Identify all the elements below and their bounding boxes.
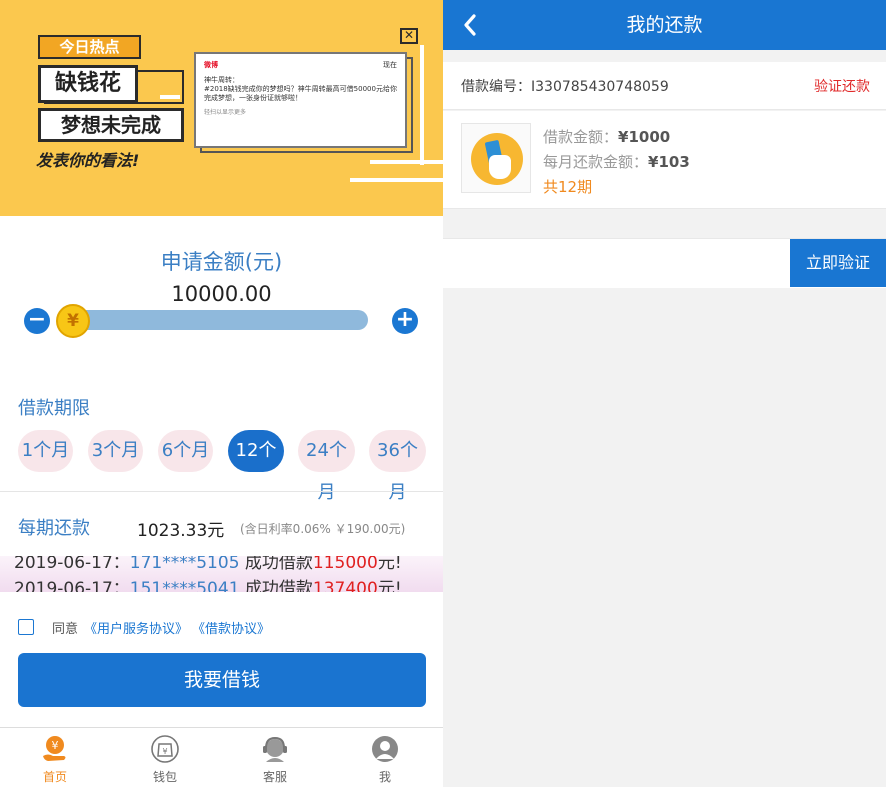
close-icon[interactable]: ✕ [400,28,418,44]
term-option-24m[interactable]: 24个月 [298,430,355,503]
loan-ticker: 2019-06-17：171****5105 成功借款115000元! 2019… [0,556,443,592]
loan-number-row: 借款编号：I330785430748059 验证还款 [443,62,886,110]
svg-text:¥: ¥ [52,739,59,752]
ticker-line: 2019-06-17：151****5041 成功借款137400元! [14,574,402,592]
agreement-row: 同意 《用户服务协议》 《借款协议》 [18,617,274,637]
ticker-date: 2019-06-17： [14,579,130,592]
divider [0,491,443,492]
term-option-12m[interactable]: 12个月 [228,430,284,503]
ticker-unit: 元! [377,579,402,592]
verify-repayment-link[interactable]: 验证还款 [814,76,870,96]
loan-term-total: 共12期 [543,178,593,196]
ticker-text: 成功借款 [244,556,313,573]
installment-value: 1023.33元 [137,521,225,541]
wallet-icon: ¥ [151,735,179,763]
ticker-phone: 171****5105 [129,556,240,573]
tab-label: 我 [378,770,391,784]
installment-label: 每期还款 [18,518,90,539]
ticker-amount: 115000 [312,556,378,573]
term-option-6m[interactable]: 6个月 [158,430,213,472]
increase-amount-button[interactable]: + [392,308,418,334]
weibo-notification-card: 微博 现在 神牛周转： #2018缺钱完成你的梦想吗？神牛周转最高可借50000… [194,52,407,148]
user-service-agreement-link[interactable]: 《用户服务协议》 [84,618,188,637]
weibo-time: 现在 [383,61,397,69]
loan-thumbnail [461,123,531,193]
hot-topic-tag: 今日热点 [38,35,141,59]
ticker-text: 成功借款 [244,579,313,592]
verify-now-button[interactable]: 立即验证 [790,239,886,287]
tab-me[interactable]: 我 [330,728,440,787]
ticker-phone: 151****5041 [129,579,240,592]
banner-headline-2: 梦想未完成 [38,108,184,142]
loan-amount-line: 借款金额：¥1000 [543,125,690,150]
card-in-hand-icon [471,133,523,185]
bottom-tab-bar: ¥ 首页 ¥ 钱包 客服 我 [0,727,443,787]
weibo-author: 神牛周转： [204,76,239,84]
customer-service-icon [263,736,287,762]
monthly-repay-label: 每月还款金额： [543,153,649,171]
term-option-1m[interactable]: 1个月 [18,430,73,472]
svg-text:¥: ¥ [162,747,167,756]
decrease-amount-button[interactable]: − [24,308,50,334]
my-repayment-page: 我的还款 借款编号：I330785430748059 验证还款 借款金额：¥10… [443,0,886,787]
screen: 今日热点 缺钱花 梦想未完成 发表你的看法! 微博 现在 神牛周转： #2018… [0,0,886,787]
ticker-unit: 元! [377,556,402,573]
weibo-more-hint: 轻扫以显示更多 [204,109,247,116]
loan-info: 借款金额：¥1000 每月还款金额：¥103 共12期 [543,125,690,200]
banner-headline-1: 缺钱花 [38,65,138,103]
amount-slider-track[interactable] [58,310,368,330]
ticker-amount: 137400 [312,579,378,592]
agree-checkbox[interactable] [18,619,34,635]
loan-agreement-link[interactable]: 《借款协议》 [192,618,270,637]
tab-home[interactable]: ¥ 首页 [0,728,110,787]
verify-action-row: 立即验证 [443,238,886,288]
tab-label: 客服 [262,770,287,784]
apply-amount-title: 申请金额(元) [160,250,283,274]
loan-apply-page: 今日热点 缺钱花 梦想未完成 发表你的看法! 微博 现在 神牛周转： #2018… [0,0,443,787]
page-title: 我的还款 [626,14,703,36]
borrow-button[interactable]: 我要借钱 [18,653,426,707]
monthly-repay-value: ¥103 [648,153,690,171]
apply-amount-value: 10000.00 [171,282,272,306]
tab-wallet[interactable]: ¥ 钱包 [110,728,220,787]
chevron-left-icon [464,14,476,36]
tab-service[interactable]: 客服 [220,728,330,787]
user-icon [372,736,398,762]
amount-slider-knob[interactable]: ¥ [56,304,90,338]
banner-decor-stripe [370,160,443,164]
tab-label: 首页 [42,770,67,784]
loan-amount-label: 借款金额： [543,128,619,146]
nav-bar: 我的还款 [443,0,886,50]
home-yen-icon: ¥ [43,736,66,761]
loan-detail-card: 借款金额：¥1000 每月还款金额：¥103 共12期 [443,111,886,209]
monthly-repay-line: 每月还款金额：¥103 [543,150,690,175]
weibo-brand: 微博 [204,61,218,69]
loan-amount-value: ¥1000 [618,128,671,146]
agree-label: 同意 [52,621,79,637]
banner-decor-stripe [350,178,443,182]
banner-slogan: 发表你的看法! [36,151,140,170]
term-option-36m[interactable]: 36个月 [369,430,426,503]
weibo-text: #2018缺钱完成你的梦想吗？神牛周转最高可借50000元给你完成梦想，一张身份… [204,85,397,102]
loan-term-label: 借款期限 [18,398,90,419]
loan-term-options: 1个月 3个月 6个月 12个月 24个月 36个月 [18,430,428,503]
ticker-line: 2019-06-17：171****5105 成功借款115000元! [14,556,402,573]
loan-number: 借款编号：I330785430748059 [461,79,669,95]
ticker-date: 2019-06-17： [14,556,130,573]
term-option-3m[interactable]: 3个月 [88,430,143,472]
banner-decor-stripe [420,45,424,165]
tab-label: 钱包 [152,770,177,784]
promo-banner[interactable]: 今日热点 缺钱花 梦想未完成 发表你的看法! 微博 现在 神牛周转： #2018… [0,0,443,216]
back-button[interactable] [457,11,485,39]
installment-note: (含日利率0.06% ￥190.00元) [240,522,406,536]
